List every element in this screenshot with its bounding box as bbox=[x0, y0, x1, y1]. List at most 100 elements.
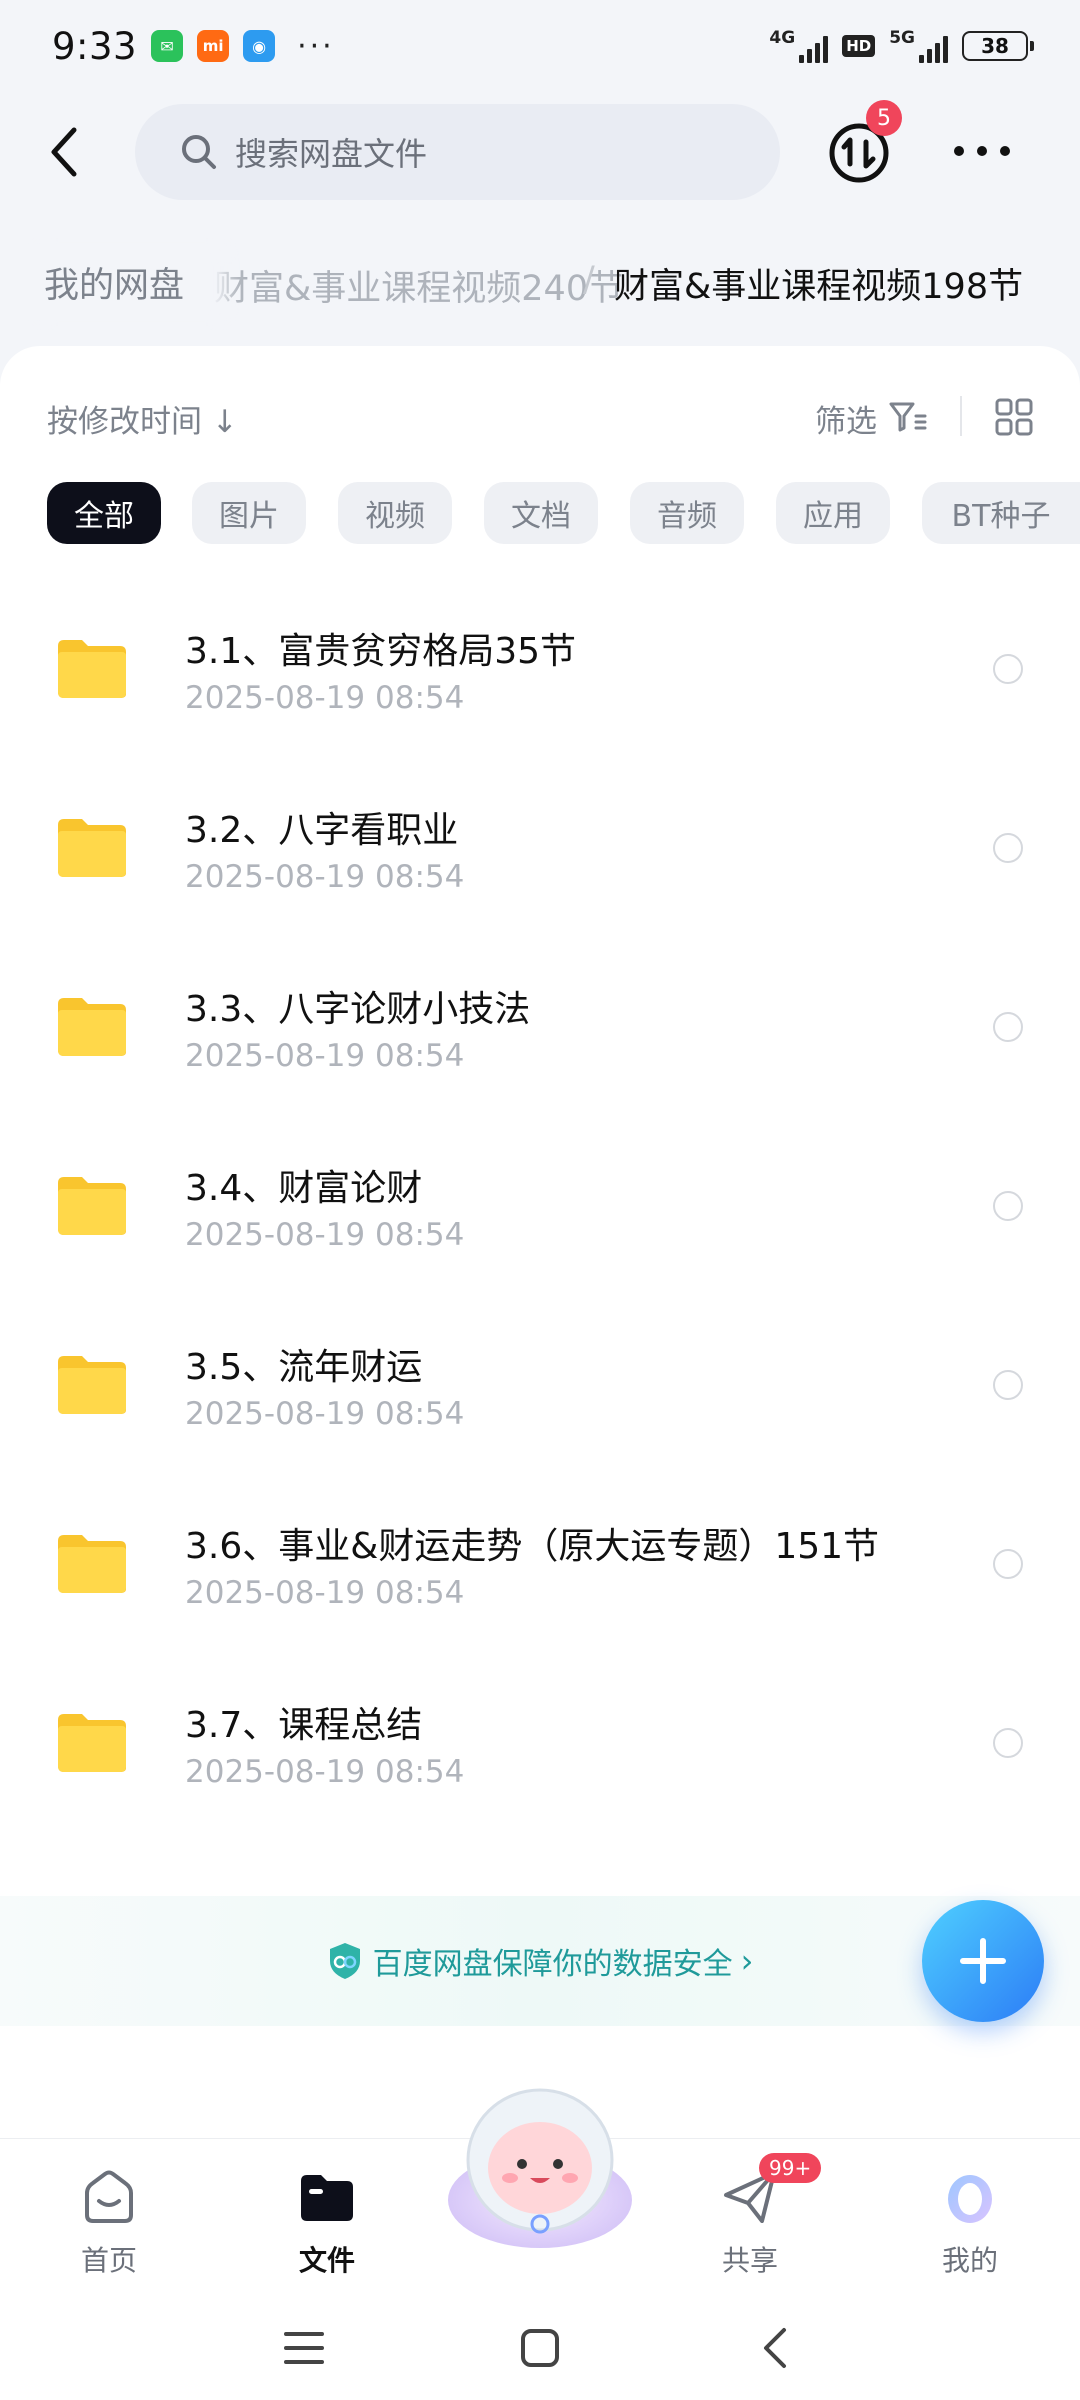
file-name: 3.5、流年财运 bbox=[185, 1347, 423, 1388]
chip-audio[interactable]: 音频 bbox=[630, 482, 744, 544]
category-chips: 全部 图片 视频 文档 音频 应用 BT种子 bbox=[0, 482, 1080, 544]
folder-icon bbox=[58, 1177, 126, 1235]
chip-apps[interactable]: 应用 bbox=[776, 482, 890, 544]
file-date: 2025-08-19 08:54 bbox=[185, 1396, 465, 1432]
breadcrumb-root[interactable]: 我的网盘 bbox=[20, 244, 209, 320]
list-item[interactable]: 3.7、课程总结 2025-08-19 08:54 bbox=[0, 1660, 1080, 1839]
select-checkbox[interactable] bbox=[993, 1191, 1023, 1221]
file-date: 2025-08-19 08:54 bbox=[185, 680, 465, 716]
file-date: 2025-08-19 08:54 bbox=[185, 1038, 465, 1074]
chip-documents[interactable]: 文档 bbox=[484, 482, 598, 544]
nav-home[interactable]: 首页 bbox=[34, 2151, 184, 2281]
breadcrumb-separator: / bbox=[583, 260, 595, 300]
search-placeholder: 搜索网盘文件 bbox=[235, 135, 428, 173]
file-date: 2025-08-19 08:54 bbox=[185, 859, 465, 895]
folder-icon bbox=[58, 640, 126, 698]
home-button[interactable] bbox=[510, 2318, 570, 2378]
breadcrumb-parent[interactable]: 财富&事业课程视频240节 bbox=[214, 260, 623, 311]
signal-bars-icon bbox=[799, 35, 829, 63]
folder-icon bbox=[58, 1714, 126, 1772]
file-name: 3.1、富贵贫穷格局35节 bbox=[185, 631, 577, 672]
chevron-right-icon: › bbox=[740, 1942, 754, 1980]
list-item[interactable]: 3.4、财富论财 2025-08-19 08:54 bbox=[0, 1123, 1080, 1302]
add-button[interactable] bbox=[922, 1900, 1044, 2022]
chevron-left-icon bbox=[764, 2328, 786, 2368]
system-back-button[interactable] bbox=[745, 2318, 805, 2378]
nav-files[interactable]: 文件 bbox=[252, 2151, 402, 2281]
select-checkbox[interactable] bbox=[993, 1728, 1023, 1758]
list-item[interactable]: 3.2、八字看职业 2025-08-19 08:54 bbox=[0, 765, 1080, 944]
menu-icon bbox=[284, 2332, 324, 2364]
search-icon bbox=[182, 135, 216, 169]
mi-icon: mi bbox=[197, 30, 230, 62]
select-checkbox[interactable] bbox=[993, 833, 1023, 863]
folder-icon bbox=[58, 819, 126, 877]
select-checkbox[interactable] bbox=[993, 1012, 1023, 1042]
system-navigation-bar bbox=[0, 2288, 1080, 2400]
app-icon: ◉ bbox=[243, 30, 276, 62]
more-options-button[interactable] bbox=[950, 136, 1014, 166]
more-dot bbox=[1000, 146, 1010, 156]
shield-icon bbox=[329, 1943, 360, 1979]
nav-share[interactable]: 共享 99+ bbox=[675, 2151, 825, 2281]
mascot-assistant-icon[interactable] bbox=[440, 2082, 640, 2252]
share-badge: 99+ bbox=[759, 2153, 822, 2183]
wechat-icon: ✉ bbox=[151, 30, 184, 62]
chevron-left-icon bbox=[51, 127, 77, 177]
battery-icon: 38 bbox=[962, 31, 1034, 61]
nav-mine[interactable]: 我的 bbox=[895, 2151, 1045, 2281]
file-name: 3.2、八字看职业 bbox=[185, 810, 459, 851]
file-date: 2025-08-19 08:54 bbox=[185, 1575, 465, 1611]
status-bar: 9:33 ✉ mi ◉ ··· 4G HD 5G 38 bbox=[0, 0, 1080, 92]
list-item[interactable]: 3.5、流年财运 2025-08-19 08:54 bbox=[0, 1302, 1080, 1481]
breadcrumb-current: 财富&事业课程视频198节 bbox=[614, 267, 1024, 307]
sort-by-time-button[interactable]: 按修改时间 ↓ bbox=[47, 396, 238, 441]
chip-all[interactable]: 全部 bbox=[47, 482, 161, 544]
plus-icon bbox=[960, 1938, 1006, 1984]
sort-toolbar: 按修改时间 ↓ 筛选 bbox=[0, 386, 1080, 446]
file-date: 2025-08-19 08:54 bbox=[185, 1217, 465, 1253]
more-dot bbox=[977, 146, 987, 156]
file-panel: 按修改时间 ↓ 筛选 全部 图片 视频 文档 音频 应用 BT种子 3.1、富贵… bbox=[0, 346, 1080, 2138]
select-checkbox[interactable] bbox=[993, 1549, 1023, 1579]
folder-icon bbox=[58, 1356, 126, 1414]
grid-view-icon[interactable] bbox=[995, 398, 1033, 436]
list-item[interactable]: 3.6、事业&财运走势（原大运专题）151节 2025-08-19 08:54 bbox=[0, 1481, 1080, 1660]
menu-button[interactable] bbox=[274, 2318, 334, 2378]
chip-videos[interactable]: 视频 bbox=[338, 482, 452, 544]
nav-files-label: 文件 bbox=[298, 2244, 355, 2277]
nav-home-label: 首页 bbox=[80, 2244, 137, 2277]
signal-bars-icon bbox=[919, 35, 948, 63]
chip-images[interactable]: 图片 bbox=[192, 482, 306, 544]
back-button[interactable] bbox=[34, 122, 94, 182]
more-dot bbox=[954, 146, 964, 156]
wechat-glyph: ✉ bbox=[160, 36, 174, 56]
list-item[interactable]: 3.3、八字论财小技法 2025-08-19 08:54 bbox=[0, 944, 1080, 1123]
file-name: 3.7、课程总结 bbox=[185, 1705, 423, 1746]
promo-text: 百度网盘保障你的数据安全 bbox=[372, 1947, 733, 1982]
home-icon bbox=[85, 2170, 133, 2223]
app-glyph: ◉ bbox=[252, 36, 267, 56]
profile-icon bbox=[948, 2175, 992, 2223]
nav-share-label: 共享 bbox=[721, 2244, 778, 2277]
filter-icon[interactable] bbox=[888, 400, 928, 434]
search-input[interactable]: 搜索网盘文件 bbox=[135, 104, 780, 200]
folder-icon bbox=[301, 2175, 353, 2221]
signal-5g: 5G bbox=[889, 27, 948, 63]
list-item[interactable]: 3.1、富贵贫穷格局35节 2025-08-19 08:54 bbox=[0, 586, 1080, 765]
status-overflow: ··· bbox=[297, 28, 335, 64]
select-checkbox[interactable] bbox=[993, 1370, 1023, 1400]
file-date: 2025-08-19 08:54 bbox=[185, 1754, 465, 1790]
select-checkbox[interactable] bbox=[993, 654, 1023, 684]
chip-bt-torrents[interactable]: BT种子 bbox=[922, 482, 1080, 544]
nav-mine-label: 我的 bbox=[941, 2244, 998, 2277]
status-time: 9:33 bbox=[52, 24, 138, 68]
file-name: 3.6、事业&财运走势（原大运专题）151节 bbox=[185, 1526, 880, 1567]
filter-button[interactable]: 筛选 bbox=[815, 396, 877, 441]
network-label-5g: 5G bbox=[889, 27, 915, 48]
status-indicators: 4G HD 5G 38 bbox=[769, 27, 1034, 63]
file-name: 3.4、财富论财 bbox=[185, 1168, 423, 1209]
battery-level: 38 bbox=[981, 34, 1009, 58]
security-promo-banner[interactable]: 百度网盘保障你的数据安全 › bbox=[0, 1896, 1080, 2026]
breadcrumb: 财富&事业课程视频240节 我的网盘 / 财富&事业课程视频198节 bbox=[0, 238, 1080, 330]
